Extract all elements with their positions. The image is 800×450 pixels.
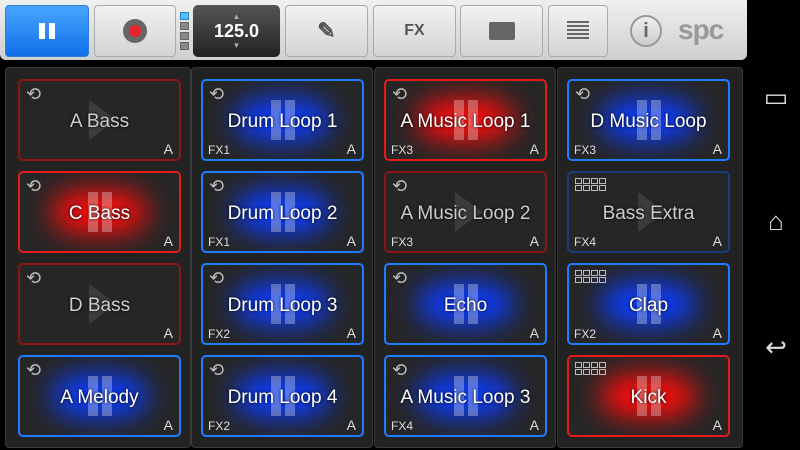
pad-label: A Melody	[60, 387, 139, 408]
pad-label: C Bass	[68, 203, 131, 224]
edit-button[interactable]: ✎	[285, 5, 368, 57]
pad-label: D Music Loop	[590, 111, 707, 132]
pad-slot-label: A	[346, 325, 356, 341]
loop-icon: ⟲	[392, 84, 408, 104]
pad-label: Drum Loop 4	[227, 387, 338, 408]
pad-label: Bass Extra	[602, 203, 695, 224]
pad-label: A Music Loop 3	[400, 387, 531, 408]
loop-icon: ⟲	[26, 268, 42, 288]
pad-fx-label: FX2	[208, 419, 231, 433]
pad-fx-label: FX2	[208, 327, 231, 341]
pad-slot-label: A	[712, 417, 722, 433]
pad-slot-label: A	[529, 141, 539, 157]
bpm-down-icon[interactable]: ▼	[233, 41, 241, 50]
pad[interactable]: ⟲ Echo A	[384, 263, 547, 345]
pad-fx-label: FX1	[208, 235, 231, 249]
pad-label: A Music Loop 1	[400, 111, 531, 132]
pad-slot-label: A	[163, 141, 173, 157]
record-button[interactable]	[94, 5, 176, 57]
pad[interactable]: ⟲ Drum Loop 2 FX1 A	[201, 171, 364, 253]
record-icon	[123, 19, 147, 43]
pad-slot-label: A	[712, 233, 722, 249]
loop-icon: ⟲	[26, 176, 42, 196]
pad[interactable]: ⟲ A Bass A	[18, 79, 181, 161]
pad[interactable]: Bass Extra FX4 A	[567, 171, 730, 253]
pad[interactable]: ⟲ Drum Loop 3 FX2 A	[201, 263, 364, 345]
pause-icon	[37, 23, 57, 39]
loop-icon: ⟲	[209, 176, 225, 196]
pad-label: Echo	[443, 295, 488, 316]
pad-label: Drum Loop 2	[227, 203, 338, 224]
pad[interactable]: ⟲ A Music Loop 1 FX3 A	[384, 79, 547, 161]
loop-icon: ⟲	[392, 268, 408, 288]
pad-slot-label: A	[712, 141, 722, 157]
pad-slot-label: A	[529, 325, 539, 341]
toolbar: ▲ 125.0 ▼ ✎ FX i spc	[0, 0, 747, 60]
pad-slot-label: A	[346, 417, 356, 433]
pad-label: Kick	[630, 387, 667, 408]
pad-fx-label: FX3	[391, 143, 414, 157]
pad[interactable]: ⟲ D Bass A	[18, 263, 181, 345]
folder-icon	[488, 22, 515, 40]
grid-icon	[575, 178, 607, 191]
loop-icon: ⟲	[392, 176, 408, 196]
pad[interactable]: ⟲ Drum Loop 1 FX1 A	[201, 79, 364, 161]
fx-label: FX	[404, 22, 425, 39]
pad-slot-label: A	[346, 233, 356, 249]
pad-label: A Bass	[69, 111, 130, 132]
pad-slot-label: A	[712, 325, 722, 341]
loop-icon: ⟲	[392, 360, 408, 380]
loop-icon: ⟲	[26, 360, 42, 380]
pad-slot-label: A	[163, 233, 173, 249]
loop-icon: ⟲	[209, 360, 225, 380]
loop-icon: ⟲	[209, 84, 225, 104]
pad-slot-label: A	[529, 233, 539, 249]
loop-icon: ⟲	[209, 268, 225, 288]
pencil-icon: ✎	[317, 18, 336, 43]
pad[interactable]: ⟲ A Music Loop 3 FX4 A	[384, 355, 547, 437]
pad[interactable]: ⟲ C Bass A	[18, 171, 181, 253]
list-icon	[567, 21, 589, 41]
pad-slot-label: A	[163, 325, 173, 341]
pad-fx-label: FX2	[574, 327, 597, 341]
pad[interactable]: ⟲ D Music Loop FX3 A	[567, 79, 730, 161]
level-indicator	[180, 12, 189, 52]
pad-label: Drum Loop 1	[227, 111, 338, 132]
bpm-up-icon[interactable]: ▲	[233, 12, 241, 21]
pad-label: A Music Loop 2	[400, 203, 531, 224]
recent-apps-icon[interactable]: ▭	[756, 82, 796, 113]
back-icon[interactable]: ↩	[756, 332, 796, 363]
loop-icon: ⟲	[26, 84, 42, 104]
pad-label: D Bass	[68, 295, 131, 316]
pad-slot-label: A	[346, 141, 356, 157]
loop-icon: ⟲	[575, 84, 591, 104]
pad[interactable]: Clap FX2 A	[567, 263, 730, 345]
bpm-value: 125.0	[213, 20, 260, 41]
pad-fx-label: FX4	[574, 235, 597, 249]
pad-label: Drum Loop 3	[227, 295, 338, 316]
pad[interactable]: ⟲ A Music Loop 2 FX3 A	[384, 171, 547, 253]
folder-button[interactable]	[460, 5, 543, 57]
grid-icon	[575, 362, 607, 375]
fx-button[interactable]: FX	[373, 5, 456, 57]
info-icon: i	[643, 19, 649, 42]
pad-fx-label: FX3	[574, 143, 597, 157]
pad-slot-label: A	[163, 417, 173, 433]
home-icon[interactable]: ⌂	[756, 206, 796, 237]
pause-button[interactable]	[5, 5, 89, 57]
pad-fx-label: FX1	[208, 143, 231, 157]
menu-button[interactable]	[548, 5, 608, 57]
pad-fx-label: FX4	[391, 419, 414, 433]
pad-label: Clap	[628, 295, 669, 316]
info-button[interactable]: i	[630, 15, 662, 47]
pad[interactable]: ⟲ A Melody A	[18, 355, 181, 437]
pad[interactable]: ⟲ Drum Loop 4 FX2 A	[201, 355, 364, 437]
grid-icon	[575, 270, 607, 283]
spc-logo: spc	[678, 14, 724, 45]
bpm-control[interactable]: ▲ 125.0 ▼	[193, 5, 280, 57]
pad-fx-label: FX3	[391, 235, 414, 249]
pad-slot-label: A	[529, 417, 539, 433]
pad[interactable]: Kick A	[567, 355, 730, 437]
